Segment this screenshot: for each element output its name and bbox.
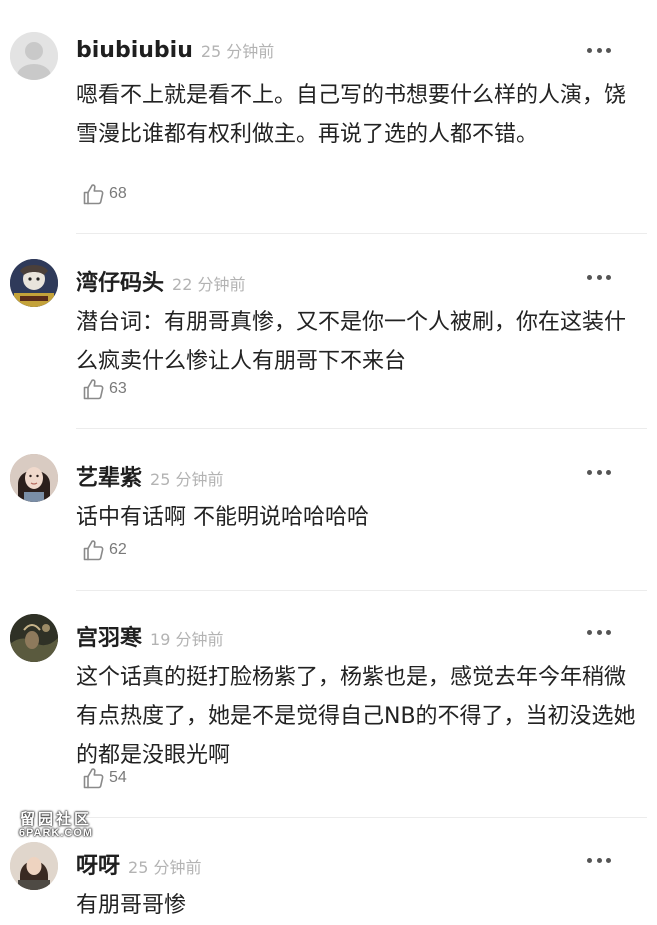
avatar[interactable]	[10, 32, 58, 80]
username[interactable]: 艺辈紫 25 分钟前	[76, 460, 223, 492]
like-button[interactable]: 68	[82, 182, 127, 206]
divider	[76, 590, 647, 591]
comment-text: 嗯看不上就是看不上。自己写的书想要什么样的人演，饶雪漫比谁都有权利做主。再说了选…	[76, 83, 627, 147]
username-text[interactable]: 呀呀	[76, 854, 120, 879]
like-count: 54	[109, 769, 127, 786]
like-button[interactable]: 63	[82, 377, 127, 401]
watermark-en: 6PARK.COM	[18, 827, 94, 839]
comment-time: 25 分钟前	[200, 42, 275, 61]
more-options-icon[interactable]	[587, 628, 611, 636]
watermark: 留园社区 6PARK.COM	[14, 808, 98, 839]
avatar[interactable]	[10, 614, 58, 662]
thumbs-up-icon	[83, 184, 104, 205]
like-count: 68	[109, 185, 127, 202]
username[interactable]: biubiubiu 25 分钟前	[76, 38, 274, 63]
like-count: 63	[109, 380, 127, 397]
username-text[interactable]: 艺辈紫	[76, 466, 142, 491]
avatar[interactable]	[10, 259, 58, 307]
username-text[interactable]: biubiubiu	[76, 38, 193, 63]
thumbs-up-icon	[83, 540, 104, 561]
like-button[interactable]: 54	[82, 766, 127, 790]
divider	[76, 817, 647, 818]
more-options-icon[interactable]	[587, 46, 611, 54]
comment-time: 19 分钟前	[150, 630, 224, 649]
thumbs-up-icon	[83, 379, 104, 400]
comment-time: 25 分钟前	[150, 470, 224, 489]
comment-text: 潜台词：有朋哥真惨，又不是你一个人被刷，你在这装什么疯卖什么惨让人有朋哥下不来台	[76, 310, 627, 374]
watermark-cn: 留园社区	[19, 811, 92, 828]
comment-time: 22 分钟前	[172, 275, 246, 294]
like-count: 62	[109, 541, 127, 558]
comment-text: 这个话真的挺打脸杨紫了，杨紫也是，感觉去年今年稍微有点热度了，她是不是觉得自己N…	[76, 665, 636, 768]
comment-text: 话中有话啊 不能明说哈哈哈哈	[76, 505, 369, 530]
username-text[interactable]: 宫羽寒	[76, 626, 142, 651]
divider	[76, 428, 647, 429]
username[interactable]: 呀呀 25 分钟前	[76, 848, 201, 880]
divider	[76, 233, 647, 234]
username[interactable]: 宫羽寒 19 分钟前	[76, 620, 223, 652]
more-options-icon[interactable]	[587, 273, 611, 281]
username[interactable]: 湾仔码头 22 分钟前	[76, 265, 245, 297]
more-options-icon[interactable]	[587, 856, 611, 864]
more-options-icon[interactable]	[587, 468, 611, 476]
avatar[interactable]	[10, 454, 58, 502]
avatar[interactable]	[10, 842, 58, 890]
thumbs-up-icon	[83, 768, 104, 789]
username-text[interactable]: 湾仔码头	[76, 271, 164, 296]
like-button[interactable]: 62	[82, 538, 127, 562]
comment-time: 25 分钟前	[128, 858, 202, 877]
